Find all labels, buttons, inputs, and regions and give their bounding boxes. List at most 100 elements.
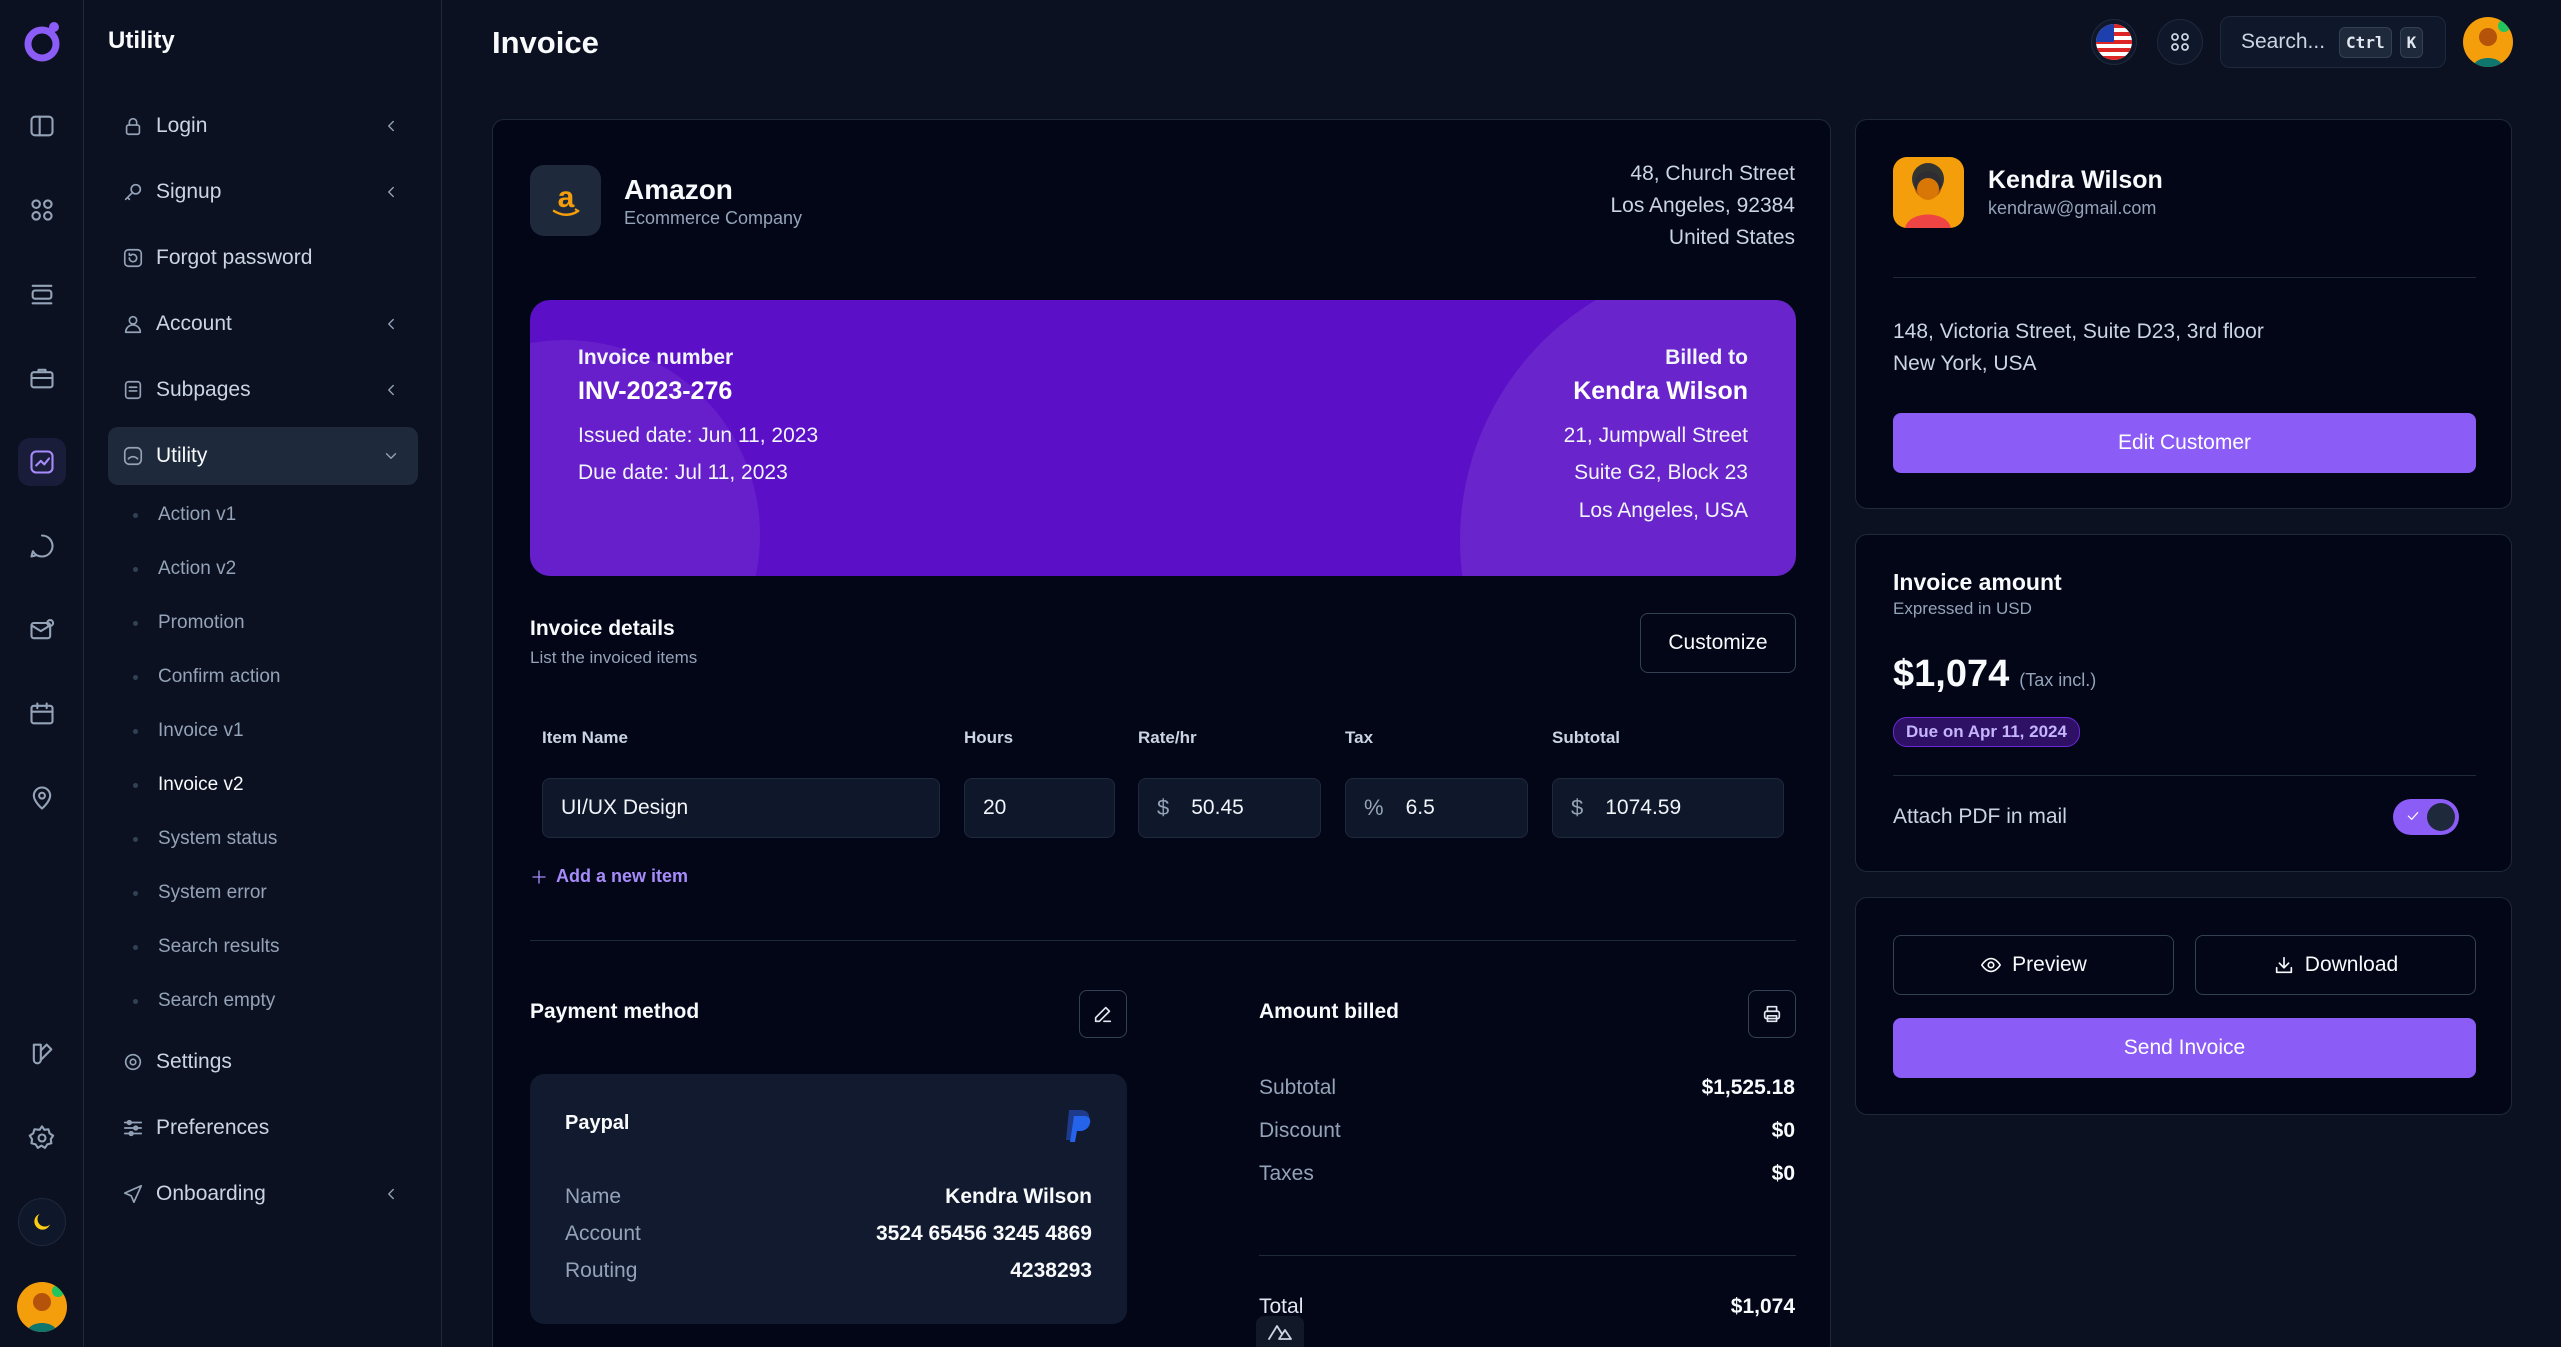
- sidebar-item-onboarding[interactable]: Onboarding: [108, 1165, 418, 1223]
- preview-button[interactable]: Preview: [1893, 935, 2174, 995]
- invoice-details-title: Invoice details: [530, 617, 675, 640]
- tax-input[interactable]: % 6.5: [1345, 778, 1528, 838]
- item-name-input[interactable]: UI/UX Design: [542, 778, 940, 838]
- devtools-icon[interactable]: [1256, 1316, 1304, 1347]
- calendar-icon[interactable]: [18, 690, 66, 738]
- preview-label: Preview: [2012, 953, 2087, 976]
- subitem-label: System status: [158, 828, 278, 849]
- issued-date: Issued date: Jun 11, 2023: [578, 424, 819, 447]
- dollar-icon: $: [1157, 795, 1170, 820]
- payment-provider: Paypal: [565, 1112, 630, 1134]
- apps-icon[interactable]: [2157, 19, 2203, 65]
- sidebar-subitem-search-empty[interactable]: Search empty: [133, 990, 275, 1012]
- customer-address: 148, Victoria Street, Suite D23, 3rd flo…: [1893, 316, 2264, 380]
- billed-address-line: Suite G2, Block 23: [1574, 461, 1748, 484]
- sidebar-item-label: Account: [156, 312, 232, 335]
- billed-row-value: $0: [1771, 1119, 1795, 1142]
- user-avatar[interactable]: [2463, 17, 2513, 67]
- sidebar-item-label: Signup: [156, 180, 222, 203]
- customize-button[interactable]: Customize: [1640, 613, 1796, 673]
- sidebar-subitem-action-v2[interactable]: Action v2: [133, 558, 236, 580]
- send-invoice-button[interactable]: Send Invoice: [1893, 1018, 2476, 1078]
- bullet: [133, 836, 138, 842]
- search-input[interactable]: Search... Ctrl K: [2220, 16, 2446, 68]
- sidebar-subitem-invoice-v1[interactable]: Invoice v1: [133, 720, 244, 742]
- sidebar-item-subpages[interactable]: Subpages: [108, 361, 418, 419]
- subitem-label: Action v1: [158, 504, 237, 525]
- subtotal-input[interactable]: $1074.59: [1552, 778, 1784, 838]
- column-header-tax: Tax: [1345, 728, 1374, 747]
- download-icon: [2275, 956, 2292, 974]
- logo-icon[interactable]: [18, 18, 66, 66]
- chevron-left-icon: [388, 186, 394, 198]
- lock-icon: [125, 117, 141, 136]
- sidebar-subitem-system-status[interactable]: System status: [133, 828, 277, 850]
- settings-icon[interactable]: [18, 1114, 66, 1162]
- bullet: [133, 674, 138, 680]
- sidebar-subitem-search-results[interactable]: Search results: [133, 936, 279, 958]
- sidebar-subitem-invoice-v2[interactable]: Invoice v2: [133, 774, 244, 796]
- reset-icon: [123, 248, 143, 268]
- company-name: Amazon: [624, 174, 733, 205]
- chevron-left-icon: [388, 1188, 394, 1200]
- sidebar-subitem-system-error[interactable]: System error: [133, 882, 267, 904]
- edit-customer-button[interactable]: Edit Customer: [1893, 413, 2476, 473]
- sidebar: Utility Login Signup Forgot password Acc…: [85, 0, 442, 1347]
- flag-icon[interactable]: [2091, 19, 2137, 65]
- sidebar-subitem-action-v1[interactable]: Action v1: [133, 504, 236, 526]
- mail-icon[interactable]: [18, 606, 66, 654]
- rate-input[interactable]: $50.45: [1138, 778, 1321, 838]
- sidebar-subitem-confirm-action[interactable]: Confirm action: [133, 666, 281, 688]
- edit-icon[interactable]: [1079, 990, 1127, 1038]
- sidebar-item-preferences[interactable]: Preferences: [108, 1099, 418, 1157]
- subitem-label: Search results: [158, 936, 280, 957]
- chevron-left-icon: [388, 318, 394, 330]
- invoice-details-subtitle: List the invoiced items: [530, 648, 698, 667]
- key-icon: [124, 183, 142, 201]
- sidebar-subitem-promotion[interactable]: Promotion: [133, 612, 245, 634]
- map-pin-icon[interactable]: [18, 774, 66, 822]
- sidebar-item-settings[interactable]: Settings: [108, 1033, 418, 1091]
- payment-row-key: Account: [565, 1222, 641, 1245]
- billed-to-label: Billed to: [1665, 346, 1748, 369]
- briefcase-icon[interactable]: [18, 354, 66, 402]
- download-label: Download: [2304, 953, 2399, 976]
- brush-icon[interactable]: [18, 1030, 66, 1078]
- layers-icon[interactable]: [18, 270, 66, 318]
- hours-input[interactable]: 20: [964, 778, 1115, 838]
- svg-text:a: a: [557, 181, 574, 214]
- avatar[interactable]: [17, 1282, 67, 1332]
- column-header-rate: Rate/hr: [1138, 728, 1197, 747]
- invoice-banner: Invoice number INV-2023-276 Issued date:…: [530, 300, 1796, 576]
- sidebar-item-utility[interactable]: Utility: [108, 427, 418, 485]
- chat-icon[interactable]: [18, 522, 66, 570]
- company-address: 48, Church Street Los Angeles, 92384 Uni…: [1611, 158, 1796, 254]
- invoice-card: a Amazon Ecommerce Company 48, Church St…: [492, 119, 1831, 1347]
- bullet: [133, 944, 138, 950]
- invoice-number-label: Invoice number: [578, 346, 734, 369]
- sidebar-item-signup[interactable]: Signup: [108, 163, 418, 221]
- chart-icon[interactable]: [18, 438, 66, 486]
- divider: [1893, 775, 2476, 776]
- sidebar-toggle-icon[interactable]: [18, 102, 66, 150]
- add-item-link[interactable]: Add a new item: [530, 866, 688, 887]
- print-icon[interactable]: [1748, 990, 1796, 1038]
- sidebar-item-forgot-password[interactable]: Forgot password: [108, 229, 418, 287]
- attach-pdf-toggle[interactable]: [2393, 799, 2459, 835]
- sidebar-item-login[interactable]: Login: [108, 97, 418, 155]
- sidebar-item-label: Utility: [156, 444, 208, 467]
- download-button[interactable]: Download: [2195, 935, 2476, 995]
- field-value: 50.45: [1191, 796, 1244, 819]
- subitem-label: Search empty: [158, 990, 276, 1011]
- invoice-number: INV-2023-276: [578, 377, 733, 405]
- subitem-label: Promotion: [158, 612, 245, 633]
- column-header-subtotal: Subtotal: [1552, 728, 1620, 747]
- grid-icon[interactable]: [18, 186, 66, 234]
- field-value: 6.5: [1405, 796, 1435, 819]
- payment-row-key: Routing: [565, 1259, 638, 1282]
- subitem-label: Confirm action: [158, 666, 281, 687]
- field-value: 1074.59: [1605, 796, 1682, 819]
- customer-card: Kendra Wilson kendraw@gmail.com 148, Vic…: [1855, 119, 2512, 509]
- sidebar-item-account[interactable]: Account: [108, 295, 418, 353]
- moon-icon[interactable]: [18, 1198, 66, 1246]
